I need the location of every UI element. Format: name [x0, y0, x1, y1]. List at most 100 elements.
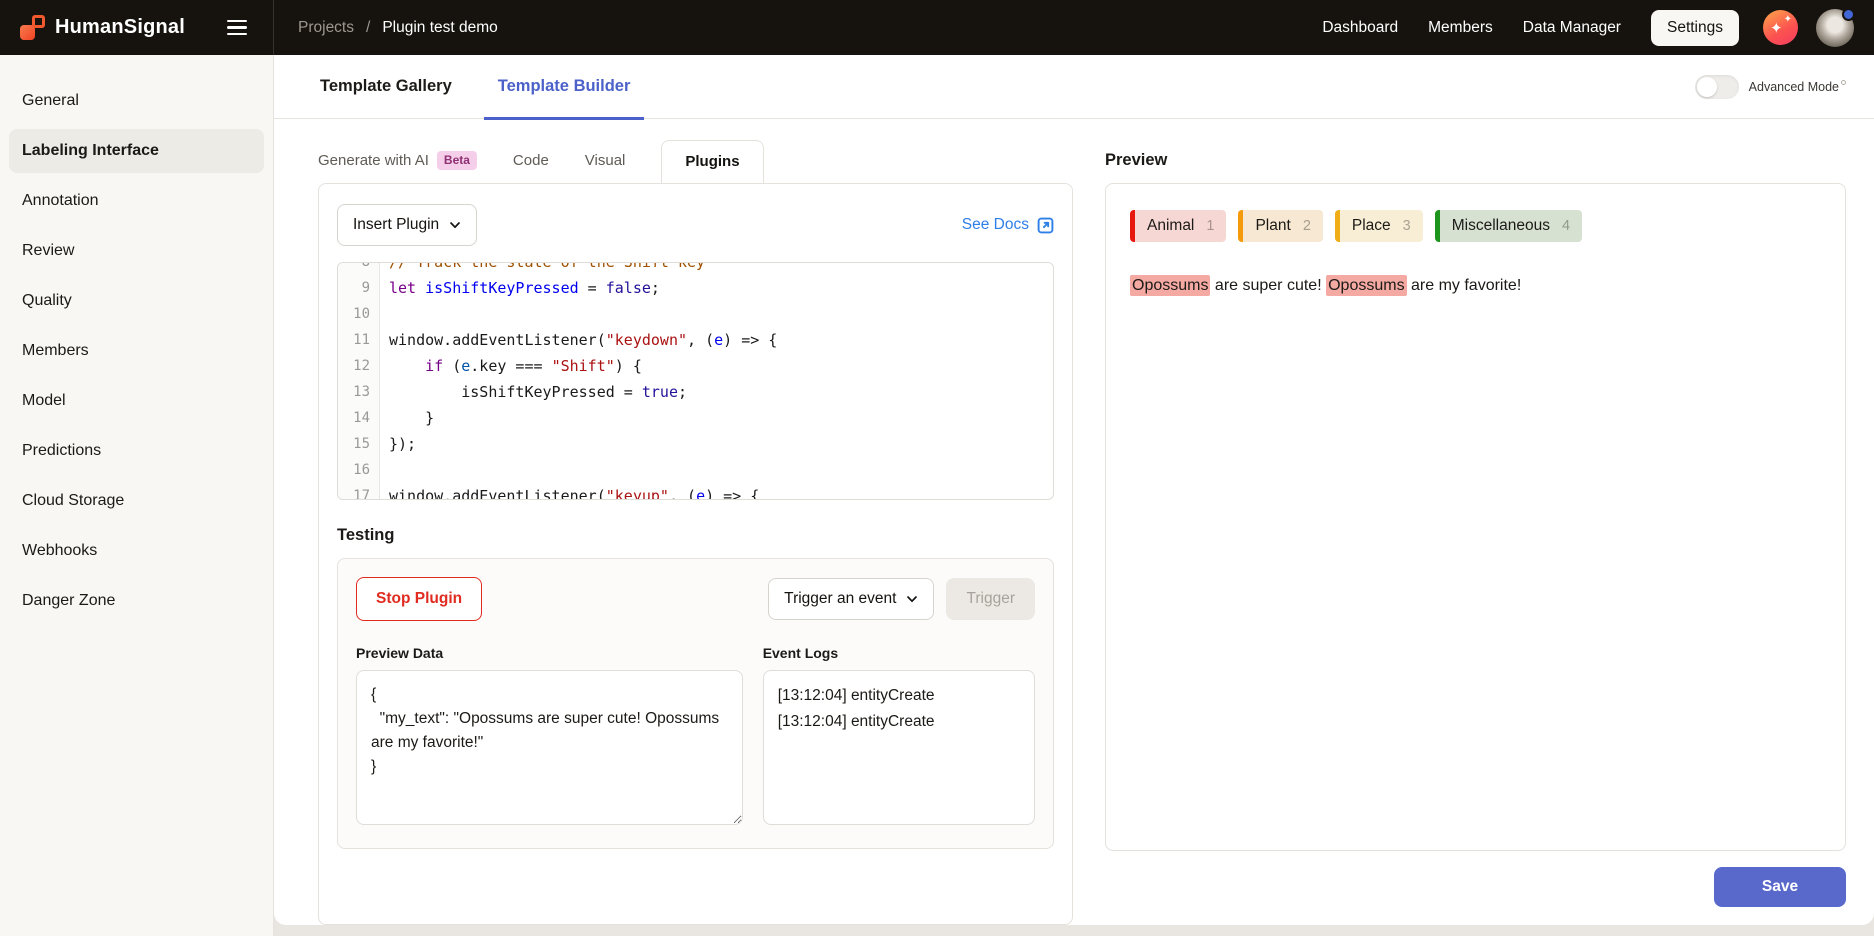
- sparkle-small-icon: ✦: [1784, 15, 1792, 25]
- subtab-label: Plugins: [685, 153, 739, 170]
- topbar-brand-area: HumanSignal: [0, 0, 274, 55]
- code-text: }: [380, 405, 434, 431]
- ai-assistant-button[interactable]: ✦ ✦: [1763, 10, 1798, 45]
- subtab-generate-with-ai[interactable]: Generate with AIBeta: [318, 151, 477, 170]
- builder-subtabs: Generate with AIBeta Code Visual Plugins: [318, 137, 1073, 183]
- sidebar-item-cloud-storage[interactable]: Cloud Storage: [9, 479, 264, 523]
- code-text: window.addEventListener("keyup", (e) => …: [380, 483, 759, 500]
- label-chip-miscellaneous[interactable]: Miscellaneous 4: [1435, 210, 1582, 242]
- sidebar-item-danger-zone[interactable]: Danger Zone: [9, 579, 264, 623]
- nav-link-settings[interactable]: Settings: [1651, 10, 1739, 46]
- brand-logo[interactable]: HumanSignal: [20, 15, 185, 41]
- plain-text: are my favorite!: [1407, 277, 1522, 294]
- annotation-region[interactable]: Opossums: [1326, 275, 1406, 296]
- annotation-region[interactable]: Opossums: [1130, 275, 1210, 296]
- see-docs-link[interactable]: See Docs: [962, 216, 1054, 234]
- advanced-mode-toggle[interactable]: [1695, 75, 1739, 99]
- chip-label: Miscellaneous: [1452, 217, 1550, 235]
- label-chips-row: Animal1 Plant2 Place3 Miscellaneous 4: [1130, 210, 1821, 242]
- advanced-mode-label: Advanced Mode: [1749, 80, 1846, 94]
- chevron-down-icon: [906, 593, 918, 605]
- subtab-code[interactable]: Code: [513, 152, 549, 169]
- external-link-icon: [1037, 217, 1054, 234]
- line-number: 13: [338, 379, 380, 405]
- user-avatar[interactable]: [1816, 9, 1854, 47]
- sidebar-item-quality[interactable]: Quality: [9, 279, 264, 323]
- sidebar-item-labeling-interface[interactable]: Labeling Interface: [9, 129, 264, 173]
- line-number: 8: [338, 262, 380, 275]
- code-line: 13 isShiftKeyPressed = true;: [338, 379, 1053, 405]
- nav-link-members[interactable]: Members: [1428, 19, 1493, 37]
- chip-color-bar: [1238, 210, 1243, 242]
- line-number: 15: [338, 431, 380, 457]
- preview-heading: Preview: [1105, 137, 1846, 183]
- notification-dot: [1842, 8, 1855, 21]
- stop-plugin-button[interactable]: Stop Plugin: [356, 577, 482, 621]
- line-number: 12: [338, 353, 380, 379]
- event-log-entry: [13:12:04] entityCreate: [778, 709, 1020, 735]
- trigger-button[interactable]: Trigger: [946, 578, 1035, 620]
- code-line: 11window.addEventListener("keydown", (e)…: [338, 327, 1053, 353]
- insert-plugin-button[interactable]: Insert Plugin: [337, 204, 477, 246]
- chevron-down-icon: [449, 219, 461, 231]
- code-text: window.addEventListener("keydown", (e) =…: [380, 327, 777, 353]
- hamburger-menu-icon[interactable]: [223, 16, 251, 40]
- code-line: 10: [338, 301, 1053, 327]
- code-line: 16: [338, 457, 1053, 483]
- code-text: [380, 301, 389, 327]
- code-line: 14 }: [338, 405, 1053, 431]
- sidebar-item-webhooks[interactable]: Webhooks: [9, 529, 264, 573]
- plugins-panel: Insert Plugin See Docs: [318, 183, 1073, 925]
- subtab-label: Code: [513, 152, 549, 169]
- testing-panel: Stop Plugin Trigger an event Trigger: [337, 558, 1054, 849]
- code-line: 15});: [338, 431, 1053, 457]
- sidebar-item-predictions[interactable]: Predictions: [9, 429, 264, 473]
- label-chip-plant[interactable]: Plant2: [1238, 210, 1322, 242]
- code-text: });: [380, 431, 416, 457]
- tab-template-gallery[interactable]: Template Gallery: [318, 55, 454, 119]
- sidebar-item-members[interactable]: Members: [9, 329, 264, 373]
- nav-link-dashboard[interactable]: Dashboard: [1322, 19, 1398, 37]
- subtab-visual[interactable]: Visual: [585, 152, 626, 169]
- line-number: 16: [338, 457, 380, 483]
- nav-link-data-manager[interactable]: Data Manager: [1523, 19, 1621, 37]
- sidebar-item-general[interactable]: General: [9, 79, 264, 123]
- annotated-text: Opossums are super cute! Opossums are my…: [1130, 272, 1821, 299]
- save-button[interactable]: Save: [1714, 867, 1846, 907]
- label-preview-panel: Animal1 Plant2 Place3 Miscellaneous 4 Opossu…: [1105, 183, 1846, 851]
- beta-dot-icon: [1841, 80, 1846, 85]
- beta-badge: Beta: [437, 151, 477, 170]
- brand-name: HumanSignal: [55, 16, 185, 39]
- preview-data-textarea[interactable]: { "my_text": "Opossums are super cute! O…: [356, 670, 743, 825]
- testing-heading: Testing: [337, 526, 1054, 545]
- tab-template-builder[interactable]: Template Builder: [496, 55, 633, 119]
- breadcrumb: Projects / Plugin test demo: [298, 19, 498, 37]
- main-card: Template Gallery Template Builder Advance…: [274, 55, 1874, 925]
- event-logs-label: Event Logs: [763, 645, 1035, 661]
- code-line: 8// Track the state of the Shift key: [338, 262, 1053, 275]
- subtab-plugins[interactable]: Plugins: [661, 140, 763, 183]
- line-number: 10: [338, 301, 380, 327]
- breadcrumb-separator: /: [366, 19, 370, 37]
- breadcrumb-projects-link[interactable]: Projects: [298, 19, 354, 37]
- plugin-code-editor[interactable]: 8// Track the state of the Shift key9let…: [337, 262, 1054, 500]
- code-text: isShiftKeyPressed = true;: [380, 379, 687, 405]
- subtab-label: Visual: [585, 152, 626, 169]
- code-text: if (e.key === "Shift") {: [380, 353, 642, 379]
- sidebar-item-model[interactable]: Model: [9, 379, 264, 423]
- chip-label: Place: [1352, 217, 1391, 235]
- sidebar-item-annotation[interactable]: Annotation: [9, 179, 264, 223]
- chip-hotkey: 2: [1303, 218, 1311, 234]
- event-log-entry: [13:12:04] entityCreate: [778, 683, 1020, 709]
- code-line: 17window.addEventListener("keyup", (e) =…: [338, 483, 1053, 500]
- label-chip-place[interactable]: Place3: [1335, 210, 1423, 242]
- code-text: let isShiftKeyPressed = false;: [380, 275, 660, 301]
- top-bar: HumanSignal Projects / Plugin test demo …: [0, 0, 1874, 55]
- trigger-event-select[interactable]: Trigger an event: [768, 578, 934, 620]
- advanced-mode-wrap: Advanced Mode: [1695, 75, 1846, 99]
- sidebar-item-review[interactable]: Review: [9, 229, 264, 273]
- humansignal-logo-icon: [20, 15, 46, 41]
- label-chip-animal[interactable]: Animal1: [1130, 210, 1226, 242]
- chip-hotkey: 4: [1562, 218, 1570, 234]
- chip-label: Animal: [1147, 217, 1194, 235]
